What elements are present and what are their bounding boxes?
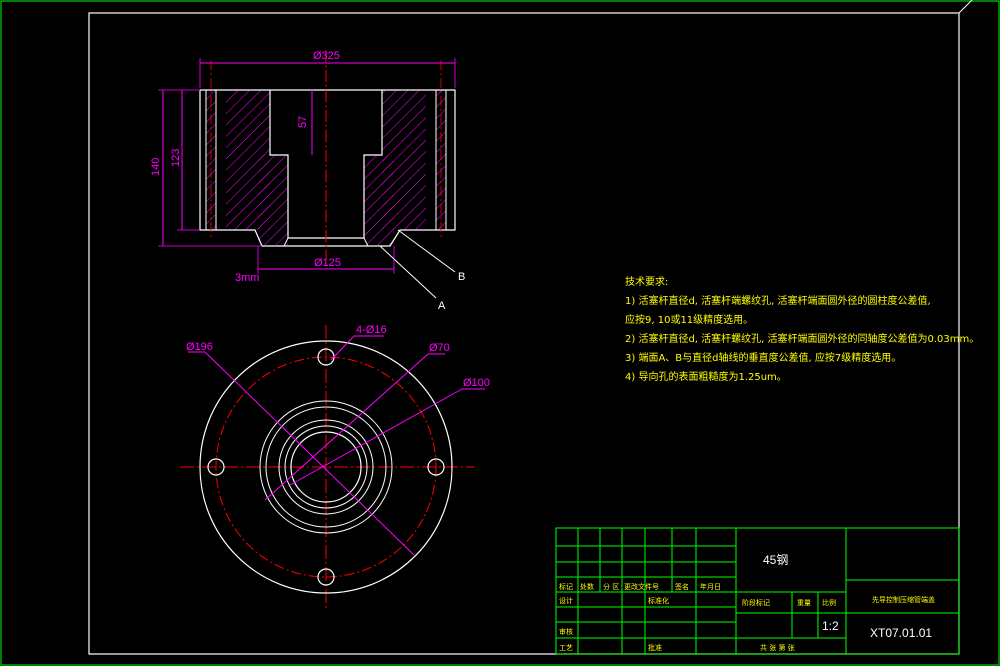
cad-drawing: Ø325 57 140 123 Ø125 3mm A B Ø196 4-Ø16 … [0,0,1000,666]
note-line-5: 4) 导向孔的表面粗糙度为1.25um。 [625,370,787,383]
dim-57-text: 57 [297,116,309,128]
notes-title: 技术要求: [625,275,668,288]
tb-rev-h5: 年月日 [700,582,721,591]
plan-view: Ø196 4-Ø16 Ø70 Ø100 [180,324,490,608]
leader-d70 [264,353,429,501]
tb-drawing-no: XT07.01.01 [870,626,932,640]
section-hatch-left-lower [258,155,288,245]
dim-d196-text: Ø196 [186,341,213,353]
tb-mid-h1: 重量 [797,599,811,607]
technical-notes: 技术要求: 1) 活塞杆直径d, 活塞杆端螺纹孔, 活塞杆端面圆外径的圆柱度公差… [625,275,979,383]
dim-small-tag: 3mm [235,272,259,284]
note-line-1: 1) 活塞杆直径d, 活塞杆端螺纹孔, 活塞杆端面圆外径的圆柱度公差值, [625,294,931,307]
title-block-text: 标记 处数 分 区 更改文件号 签名 年月日 设计 标准化 审核 工艺 批准 阶… [559,553,935,652]
tb-sheet-footer: 共 张 第 张 [760,643,795,652]
note-line-4: 3) 端面A、B与直径d轴线的垂直度公差值, 应按7级精度选用。 [625,351,901,364]
tb-sign-standard: 标准化 [648,596,669,605]
tb-sign-review: 审核 [559,627,573,636]
dim-d70-text: Ø70 [429,342,450,354]
dim-d125-text: Ø125 [314,257,341,269]
tb-mid-h2: 比例 [822,598,836,607]
tb-rev-h1: 处数 [580,582,594,591]
tb-rev-h4: 签名 [675,582,689,591]
tb-rev-h2: 分 区 [603,582,619,591]
tb-rev-h3: 更改文件号 [624,582,659,591]
dim-140-text: 140 [150,158,162,176]
tb-sign-design: 设计 [559,596,573,605]
sheet-border [0,0,1000,666]
label-a: A [438,300,446,312]
tb-scale: 1:2 [822,619,839,633]
dim-d100-text: Ø100 [463,377,490,389]
dim-holes-text: 4-Ø16 [356,324,387,336]
dim-d325-text: Ø325 [313,50,340,62]
tb-material: 45钢 [763,553,788,567]
leader-a [379,245,437,299]
label-b: B [458,271,465,283]
tb-part-name: 先导控制压缩管端盖 [872,595,935,604]
tb-mid-h0: 阶段标记 [742,598,770,607]
section-hatch-right-lower [364,155,394,245]
note-line-3: 2) 活塞杆直径d, 活塞杆螺纹孔, 活塞杆端面圆外径的同轴度公差值为0.03m… [625,332,979,345]
note-line-2: 应按9, 10或11级精度选用。 [625,313,753,326]
tb-rev-h0: 标记 [559,582,573,591]
section-view: Ø325 57 140 123 Ø125 3mm A B [150,50,465,312]
tb-sign-process: 工艺 [559,644,573,652]
corner-mark [958,0,973,14]
leader-b [397,229,456,273]
dim-123-text: 123 [170,149,182,167]
tb-sign-approve: 批准 [648,643,662,652]
leader-holes [330,335,355,361]
